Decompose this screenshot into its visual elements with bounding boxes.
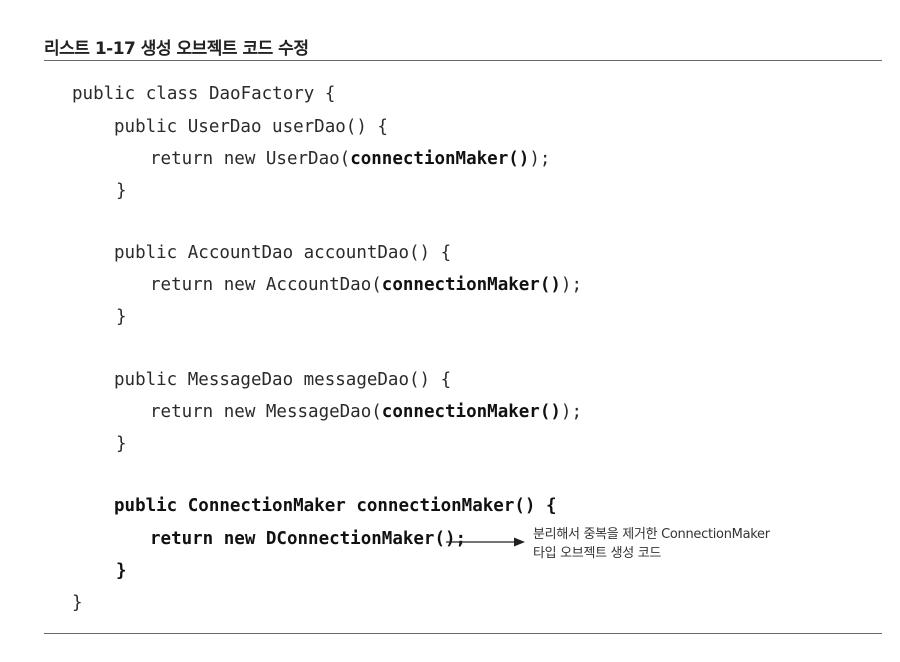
code-line-accountdao-method: public AccountDao accountDao() { [114,243,452,263]
code-text: ); [560,402,582,422]
code-text: ); [529,149,551,169]
arrow-icon [446,537,525,547]
code-bold-call: connectionMaker() [350,149,530,169]
code-bold-call: connectionMaker() [381,402,561,422]
code-listing: public class DaoFactory { public UserDao… [0,0,582,613]
code-line-close-brace: } [116,307,127,327]
code-line-connectionmaker-return: return new DConnectionMaker(); [150,529,467,549]
annotation-line-1: 분리해서 중복을 제거한 ConnectionMaker [533,527,770,542]
bottom-rule [44,633,882,634]
code-line-messagedao-return: return new MessageDao(connectionMaker())… [150,401,582,423]
code-line-userdao-return: return new UserDao(connectionMaker()); [150,148,550,170]
code-line-close-brace: } [116,434,127,454]
code-line-connectionmaker-method: public ConnectionMaker connectionMaker()… [114,496,557,516]
code-text: return new MessageDao( [150,402,382,422]
code-line-class-decl: public class DaoFactory { [72,84,336,104]
listing-caption: 리스트 1-17 생성 오브젝트 코드 수정 [44,39,309,59]
code-text: ); [560,275,582,295]
code-line-close-brace: } [116,181,127,201]
annotation-note: 분리해서 중복을 제거한 ConnectionMaker 타입 오브젝트 생성 … [533,525,770,563]
code-text: return new UserDao( [150,149,351,169]
code-line-userdao-method: public UserDao userDao() { [114,117,388,137]
annotation-line-2: 타입 오브젝트 생성 코드 [533,546,662,561]
code-line-close-brace: } [116,561,127,581]
code-line-messagedao-method: public MessageDao messageDao() { [114,370,452,390]
code-line-accountdao-return: return new AccountDao(connectionMaker())… [150,274,582,296]
code-text: return new AccountDao( [150,275,382,295]
code-bold-call: connectionMaker() [381,275,561,295]
code-line-class-close: } [72,593,83,613]
top-rule [44,60,882,61]
